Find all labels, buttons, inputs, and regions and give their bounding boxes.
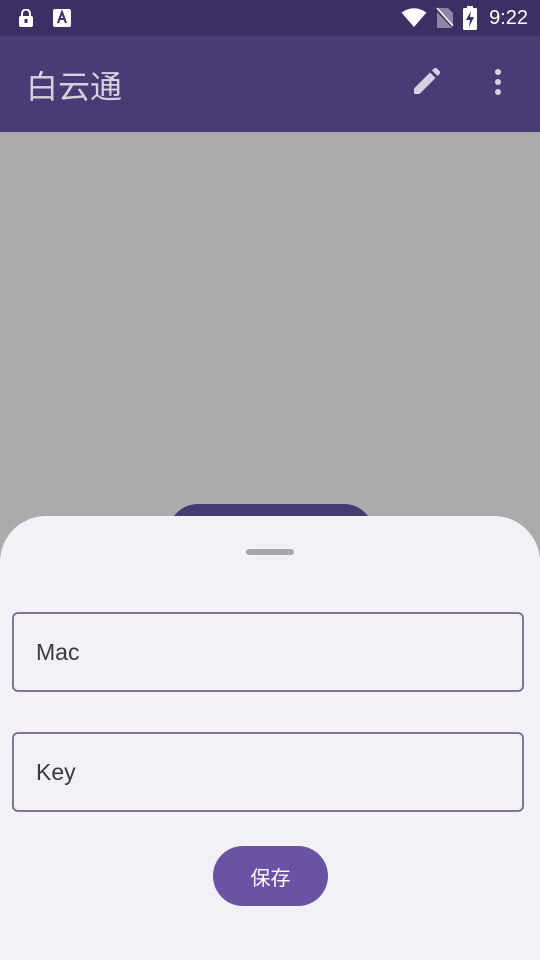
lock-icon xyxy=(16,8,36,28)
screen: 9:22 白云通 Mac Key 保存 xyxy=(0,0,540,960)
battery-charging-icon xyxy=(463,6,478,30)
status-bar: 9:22 xyxy=(0,0,540,36)
more-options-button[interactable] xyxy=(478,64,518,104)
no-sim-icon xyxy=(435,6,455,30)
edit-button[interactable] xyxy=(406,64,446,104)
more-vert-icon xyxy=(493,68,503,100)
key-field[interactable] xyxy=(12,732,524,812)
app-bar: 白云通 xyxy=(0,36,540,132)
bottom-sheet: 保存 xyxy=(0,516,540,960)
wifi-icon xyxy=(401,6,427,30)
mac-input[interactable] xyxy=(14,614,522,690)
mac-field[interactable] xyxy=(12,612,524,692)
edit-icon xyxy=(411,67,441,101)
app-title: 白云通 xyxy=(26,68,123,106)
font-a-icon xyxy=(52,8,72,28)
drag-handle[interactable] xyxy=(246,549,294,555)
save-button[interactable]: 保存 xyxy=(213,846,328,906)
key-input[interactable] xyxy=(14,734,522,810)
status-time: 9:22 xyxy=(489,6,528,29)
status-left-icons xyxy=(16,8,72,28)
status-right-icons: 9:22 xyxy=(401,6,528,30)
